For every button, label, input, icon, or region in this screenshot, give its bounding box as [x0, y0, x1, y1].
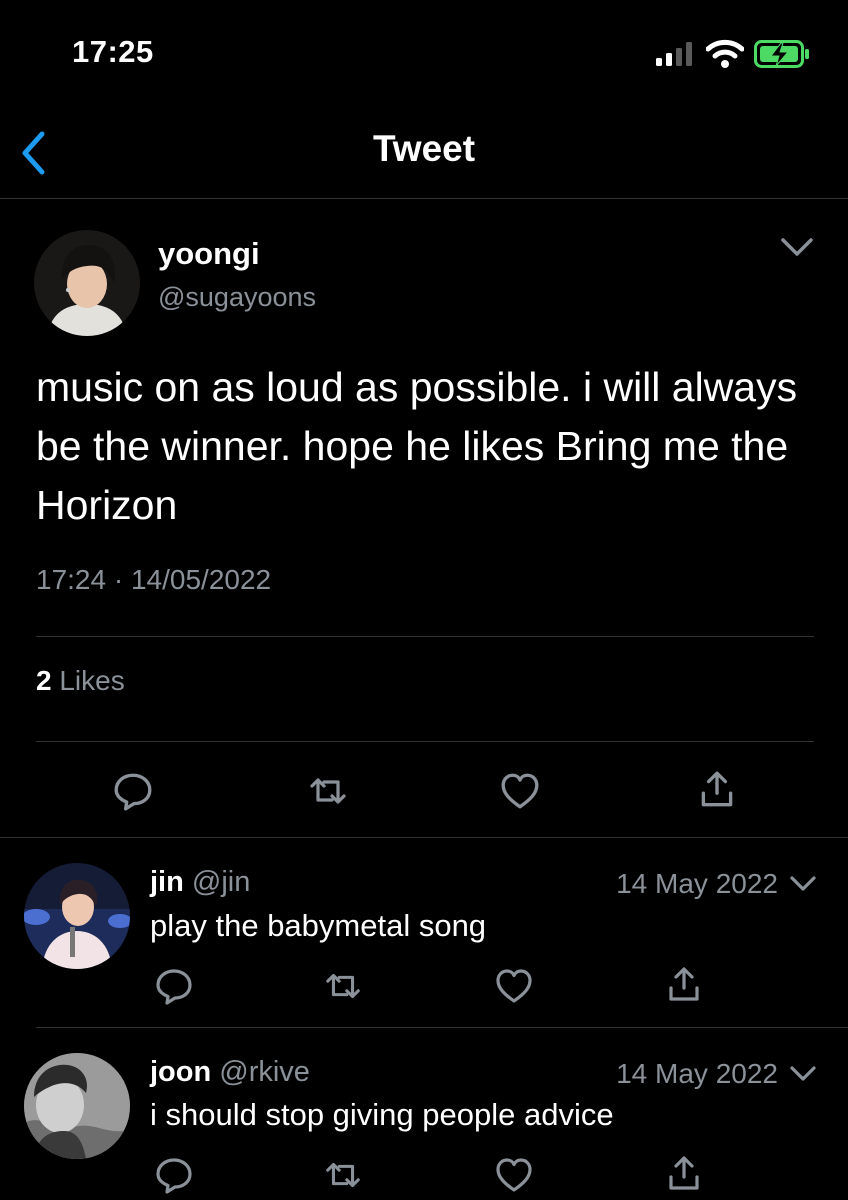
chevron-down-icon[interactable] [788, 874, 818, 894]
share-icon[interactable] [696, 768, 738, 812]
reply-author[interactable]: jin @jin [150, 866, 250, 899]
avatar[interactable] [24, 1053, 130, 1159]
page-title: Tweet [372, 128, 476, 169]
battery-charging-icon [754, 40, 812, 68]
replies-divider [0, 837, 848, 838]
reply-author[interactable]: joon @rkive [150, 1056, 310, 1089]
like-icon[interactable] [498, 770, 542, 812]
like-icon[interactable] [494, 966, 534, 1006]
reply-divider [36, 1027, 848, 1028]
retweet-icon[interactable] [322, 1155, 364, 1195]
tweet-timestamp: 17:24 · 14/05/2022 [36, 564, 271, 596]
share-icon[interactable] [664, 1153, 704, 1195]
reply-icon[interactable] [154, 1155, 194, 1195]
like-icon[interactable] [494, 1155, 534, 1195]
chevron-down-icon[interactable] [788, 1064, 818, 1084]
retweet-icon[interactable] [322, 966, 364, 1006]
cellular-signal-icon [656, 42, 696, 66]
share-icon[interactable] [664, 964, 704, 1006]
separator: · [113, 564, 124, 595]
avatar[interactable] [34, 230, 140, 336]
reply-date: 14 May 2022 [616, 1058, 778, 1089]
likes-count[interactable]: 2 Likes [36, 665, 125, 697]
retweet-icon[interactable] [306, 770, 350, 812]
avatar[interactable] [24, 863, 130, 969]
tweet-date: 14/05/2022 [130, 564, 272, 595]
chevron-down-icon[interactable] [778, 234, 816, 260]
stats-divider [36, 741, 814, 742]
tweet-divider [36, 636, 814, 637]
likes-label: Likes [59, 665, 125, 696]
wifi-icon [706, 38, 744, 68]
reply-author-name: jin [150, 866, 184, 898]
reply-author-handle: @jin [191, 866, 251, 898]
author-handle[interactable]: @sugayoons [158, 282, 316, 313]
reply-icon[interactable] [112, 770, 154, 812]
reply-icon[interactable] [154, 966, 194, 1006]
tweet-time: 17:24 [36, 564, 107, 595]
reply-date: 14 May 2022 [616, 868, 778, 899]
reply-author-handle: @rkive [219, 1056, 310, 1088]
status-time: 17:25 [72, 34, 154, 69]
author-name[interactable]: yoongi [158, 236, 260, 272]
header-divider [0, 198, 848, 199]
reply-text: i should stop giving people advice [150, 1097, 614, 1132]
reply-text: play the babymetal song [150, 908, 487, 943]
likes-number: 2 [36, 665, 52, 696]
reply-author-name: joon [150, 1056, 212, 1088]
tweet-text: music on as loud as possible. i will alw… [36, 364, 798, 528]
